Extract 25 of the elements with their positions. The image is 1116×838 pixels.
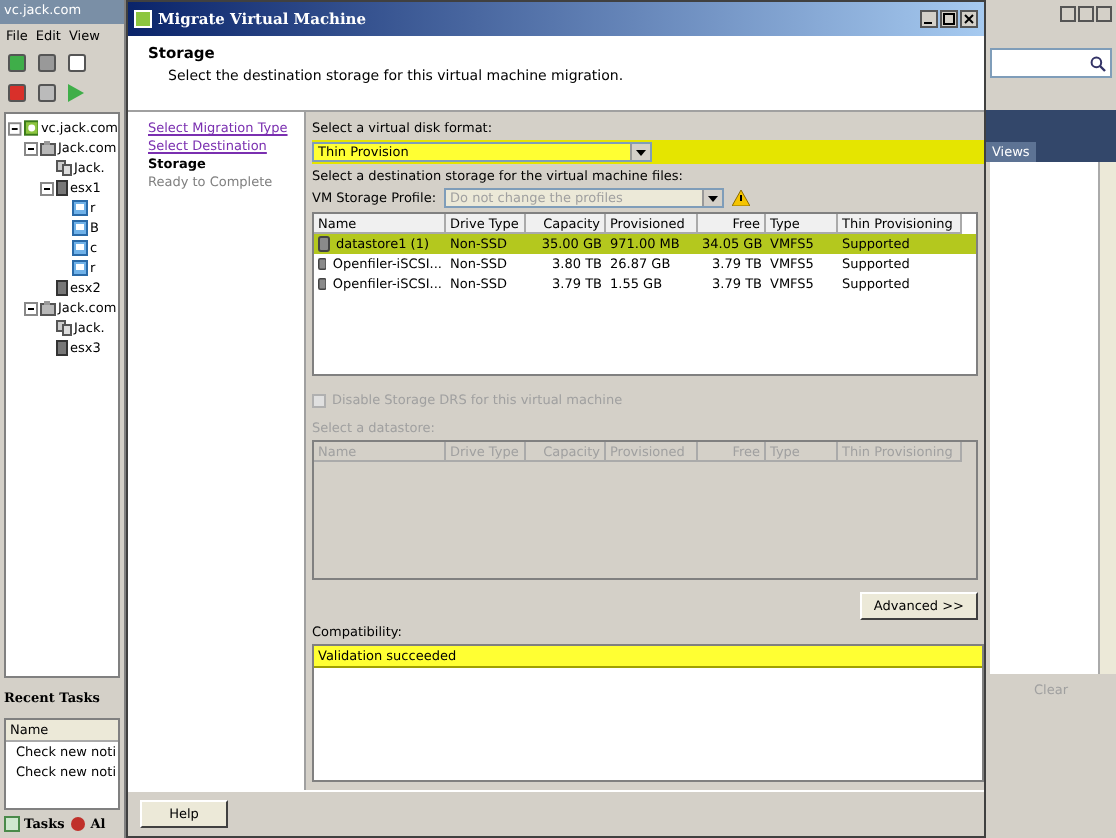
- host-icon: [56, 180, 68, 196]
- collapse-icon[interactable]: [40, 181, 54, 195]
- cluster-icon: [56, 160, 72, 176]
- warning-icon: [732, 190, 751, 206]
- dropdown-arrow-icon[interactable]: [708, 195, 719, 201]
- collapse-icon[interactable]: [8, 121, 22, 135]
- restore-icon[interactable]: [1078, 6, 1094, 22]
- dropdown-arrow-icon[interactable]: [636, 149, 646, 155]
- building-icon: [40, 300, 56, 316]
- close-icon[interactable]: [960, 10, 978, 28]
- cluster-icon: [56, 320, 72, 336]
- scrollbar[interactable]: [1098, 162, 1116, 674]
- server-icon: [23, 120, 39, 136]
- building-icon: [40, 140, 56, 156]
- app-icon: [134, 10, 152, 28]
- host-icon: [56, 280, 68, 296]
- search-field[interactable]: [990, 48, 1112, 78]
- collapse-icon[interactable]: [24, 141, 38, 155]
- alarm-icon: [70, 816, 87, 832]
- collapse-icon[interactable]: [24, 301, 38, 315]
- task-icon: [4, 816, 20, 832]
- maximize-icon[interactable]: [940, 10, 958, 28]
- host-icon: [56, 340, 68, 356]
- search-icon[interactable]: [1090, 55, 1106, 71]
- minimize-icon[interactable]: [920, 10, 938, 28]
